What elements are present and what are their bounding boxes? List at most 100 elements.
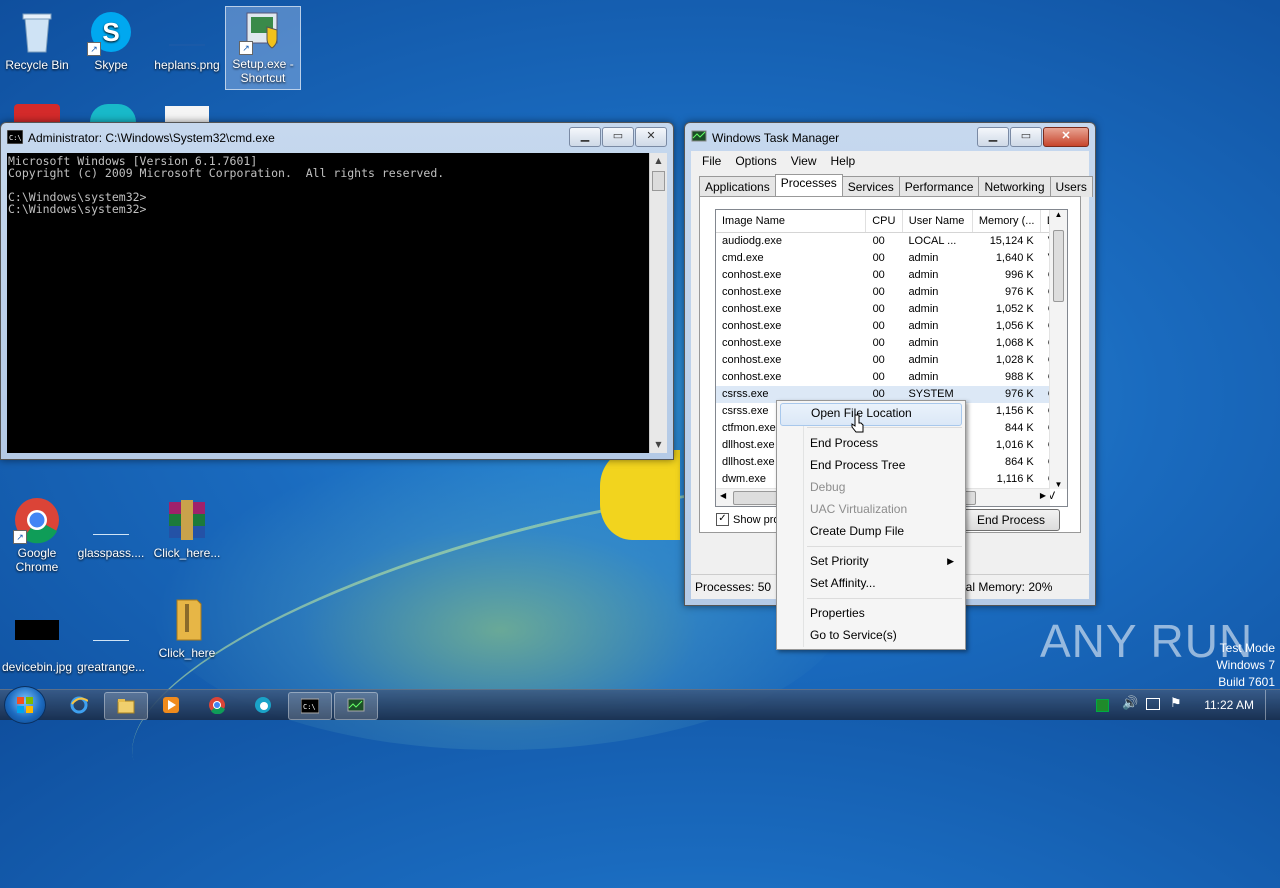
table-row[interactable]: cmd.exe00admin1,640 KV [716,250,1067,267]
desktop-icon-click-here-archive[interactable]: Click_here... [150,496,224,560]
scroll-down-icon[interactable]: ▼ [650,437,667,453]
tab-networking[interactable]: Networking [978,176,1051,197]
tab-users[interactable]: Users [1049,176,1093,197]
minimize-button[interactable]: ▁ [569,127,601,147]
menu-item-create-dump-file[interactable]: Create Dump File [780,521,962,542]
cmd-console[interactable]: Microsoft Windows [Version 6.1.7601] Copy… [7,153,667,453]
column-cpu[interactable]: CPU [866,210,903,232]
cell-user: admin [908,303,939,315]
menu-item-end-process[interactable]: End Process [780,433,962,454]
menu-item-set-affinity[interactable]: Set Affinity... [780,573,962,594]
close-button[interactable]: ✕ [1043,127,1089,147]
taskmgr-titlebar[interactable]: Windows Task Manager ▁ ▭ ✕ [685,123,1095,151]
table-row[interactable]: audiodg.exe00LOCAL ...15,124 KV [716,233,1067,250]
taskbar-media-player[interactable] [150,692,192,718]
table-row[interactable]: conhost.exe00admin1,052 KC [716,301,1067,318]
taskbar-chrome[interactable] [196,692,238,718]
taskbar: C:\ 🔊 ⚑ 11:22 AM [0,686,1280,724]
blank-file-icon [87,610,135,658]
list-vertical-scrollbar[interactable]: ▼ ▲ [1049,210,1067,489]
menu-separator [807,427,962,428]
taskbar-file-explorer[interactable] [104,692,148,720]
table-row[interactable]: conhost.exe00admin988 KC [716,369,1067,386]
menu-item-set-priority[interactable]: Set Priority ▶ [780,551,962,572]
cmd-scrollbar[interactable]: ▲ ▼ [649,153,667,453]
desktop-icon-glasspass[interactable]: glasspass.... [74,496,148,560]
show-all-processes[interactable]: ✓ Show pro [716,513,779,526]
desktop-icon-recycle-bin[interactable]: Recycle Bin [0,8,74,72]
cell-user: admin [908,337,939,349]
cmd-titlebar[interactable]: C:\ Administrator: C:\Windows\System32\c… [1,123,673,151]
desktop-icon-setup-shortcut[interactable]: ↗ Setup.exe - Shortcut [225,6,301,90]
shortcut-arrow-icon: ↗ [87,42,101,56]
shortcut-arrow-icon: ↗ [13,530,27,544]
desktop-icon-skype[interactable]: S ↗ Skype [74,8,148,72]
scroll-left-icon[interactable]: ◀ [720,491,726,500]
tab-applications[interactable]: Applications [699,176,776,197]
taskbar-cmd[interactable]: C:\ [288,692,332,720]
cmd-icon: C:\ [301,698,319,714]
menu-help[interactable]: Help [824,151,863,171]
menu-options[interactable]: Options [728,151,783,171]
menu-item-properties[interactable]: Properties [780,603,962,624]
taskbar-edge[interactable] [242,692,284,718]
document-icon [165,106,209,122]
taskbar-internet-explorer[interactable] [58,692,100,718]
table-row[interactable]: conhost.exe00admin1,056 KC [716,318,1067,335]
menu-item-end-process-tree[interactable]: End Process Tree [780,455,962,476]
desktop-icon-greatrange[interactable]: greatrange... [74,610,148,674]
cell-cpu: 00 [872,354,885,366]
table-row[interactable]: conhost.exe00admin976 KC [716,284,1067,301]
column-image-name[interactable]: Image Name [716,210,867,232]
scroll-right-icon[interactable]: ▶ [1040,491,1046,500]
minimize-button[interactable]: ▁ [977,127,1009,147]
menu-item-open-file-location[interactable]: Open File Location [780,403,962,426]
table-row[interactable]: conhost.exe00admin1,068 KC [716,335,1067,352]
show-desktop-button[interactable] [1265,690,1280,720]
scroll-down-icon[interactable]: ▼ [1050,480,1067,489]
minimize-icon: ▁ [988,130,998,142]
volume-icon[interactable]: 🔊 [1122,696,1138,711]
media-player-icon [163,697,179,713]
cell-user: LOCAL ... [908,235,957,247]
menu-item-uac-virtualization: UAC Virtualization [810,502,908,516]
process-context-menu[interactable]: Open File Location End Process End Proce… [776,400,966,650]
menu-file[interactable]: File [695,151,728,171]
scrollbar-thumb[interactable] [733,491,779,505]
scrollbar-thumb[interactable] [652,171,665,191]
network-icon[interactable] [1146,698,1160,710]
action-center-flag-icon[interactable]: ⚑ [1170,696,1182,711]
column-memory[interactable]: Memory (... [973,210,1041,232]
maximize-button[interactable]: ▭ [1010,127,1042,147]
taskbar-task-manager[interactable] [334,692,378,720]
taskbar-clock[interactable]: 11:22 AM [1204,698,1254,712]
menu-item-go-to-services[interactable]: Go to Service(s) [780,625,962,646]
tab-processes[interactable]: Processes [774,174,843,197]
scrollbar-thumb[interactable] [1053,230,1064,302]
tab-services[interactable]: Services [841,176,900,197]
cell-mem: 996 K [1004,269,1034,281]
tab-performance[interactable]: Performance [898,176,980,197]
desktop-icon-chrome[interactable]: ↗ Google Chrome [0,496,74,574]
table-row[interactable]: conhost.exe00admin996 KC [716,267,1067,284]
desktop-icon-heplans[interactable]: heplans.png [150,8,224,72]
scroll-up-icon[interactable]: ▲ [1050,210,1067,219]
maximize-button[interactable]: ▭ [602,127,634,147]
menu-view[interactable]: View [784,151,824,171]
cmd-window[interactable]: C:\ Administrator: C:\Windows\System32\c… [0,122,674,460]
pdf-app-icon [14,104,60,122]
desktop-icon-devicebin[interactable]: devicebin.jpg [0,610,74,674]
close-button[interactable]: ✕ [635,127,667,147]
cell-cpu: 00 [872,320,885,332]
checkbox-checked-icon[interactable]: ✓ [716,513,729,526]
table-row[interactable]: conhost.exe00admin1,028 KC [716,352,1067,369]
desktop-icon-click-here-folder[interactable]: Click_here [150,596,224,660]
tray-app-icon[interactable] [1096,699,1109,712]
start-button[interactable] [4,686,46,724]
end-process-button[interactable]: End Process [962,509,1060,531]
desktop-icon-label: glasspass.... [77,546,145,560]
scroll-up-icon[interactable]: ▲ [650,153,667,169]
desktop-icon-label: Skype [94,58,128,72]
desktop-icon-label: Recycle Bin [5,58,69,72]
column-user-name[interactable]: User Name [903,210,973,232]
